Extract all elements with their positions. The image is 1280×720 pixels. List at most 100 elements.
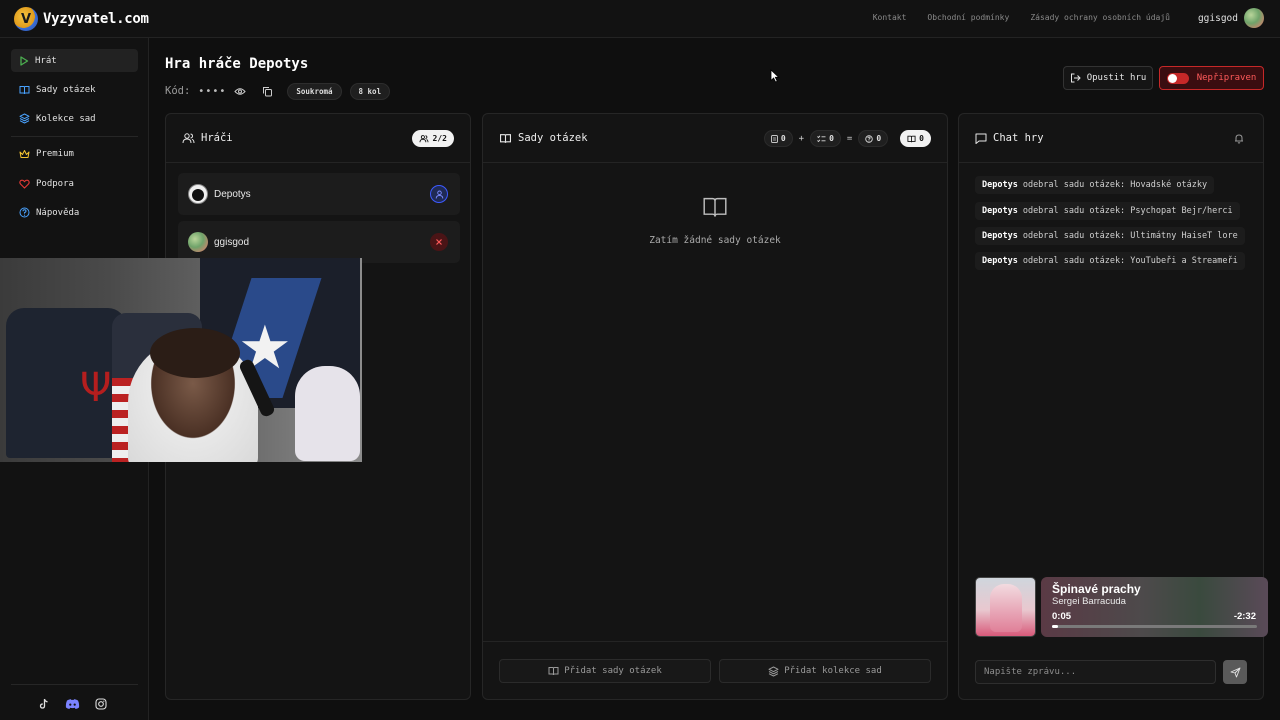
sets-title: Sady otázek: [518, 132, 588, 144]
game-code: ••••: [198, 85, 227, 97]
players-panel-header: Hráči 2/2: [166, 114, 470, 163]
player-row: ggisgod: [178, 221, 460, 263]
stat-total-questions: 0: [858, 130, 889, 147]
chat-icon: [975, 133, 987, 144]
add-sets-label: Přidat sady otázek: [564, 666, 662, 676]
sidebar-item-hrat[interactable]: Hrát: [11, 49, 138, 72]
track-artist: Sergei Barracuda: [1052, 596, 1126, 607]
ready-label: Nepřipraven: [1196, 73, 1257, 83]
ready-toggle-button[interactable]: Nepřipraven: [1159, 66, 1264, 90]
book-icon: [907, 135, 916, 142]
users-icon: [182, 132, 195, 143]
play-icon: [20, 55, 29, 66]
code-label: Kód:: [165, 85, 191, 97]
logo[interactable]: V Vyzyvatel.com: [14, 7, 149, 31]
sets-panel-header: Sady otázek 0 + 0 = 0 0: [483, 114, 947, 163]
document-icon: [770, 134, 778, 143]
leave-game-label: Opustit hru: [1086, 73, 1147, 83]
chat-message: Depotys odebral sadu otázek: Hovadské otá…: [975, 176, 1215, 194]
send-icon: [1230, 667, 1240, 677]
eye-icon[interactable]: [234, 87, 247, 96]
sidebar-item-label: Sady otázek: [36, 84, 96, 95]
toggle-switch[interactable]: [1166, 72, 1189, 84]
avatar: [1244, 8, 1264, 28]
top-links: Kontakt Obchodní podmínky Zásady ochrany…: [873, 13, 1170, 22]
help-icon: [865, 134, 874, 143]
layers-icon: [768, 666, 779, 676]
stat-sets: 0: [900, 130, 931, 147]
cursor-icon: [770, 69, 780, 83]
add-sets-button[interactable]: Přidat sady otázek: [499, 659, 711, 683]
social-links: [38, 698, 107, 710]
book-icon: [703, 197, 727, 217]
webcam-overlay: ★ Ψ: [0, 258, 362, 462]
checklist-icon: [817, 135, 826, 142]
book-icon: [500, 133, 511, 143]
player-row: Depotys: [178, 173, 460, 215]
host-badge: [430, 185, 448, 203]
book-icon: [548, 667, 559, 676]
sidebar-item-label: Nápověda: [36, 207, 80, 218]
chat-message: Depotys odebral sadu otázek: Ultimátny Ha…: [975, 227, 1245, 245]
question-sets-panel: Sady otázek 0 + 0 = 0 0 Zatím žádné sady…: [482, 113, 948, 700]
copy-icon[interactable]: [262, 86, 273, 97]
logout-icon: [1070, 73, 1081, 83]
add-collections-button[interactable]: Přidat kolekce sad: [719, 659, 931, 683]
close-icon: [436, 239, 442, 245]
bell-icon[interactable]: [1234, 133, 1244, 144]
track-progress-fill: [1052, 625, 1059, 628]
crown-icon: [19, 149, 30, 158]
track-elapsed: 0:05: [1052, 611, 1072, 622]
user-icon: [435, 190, 443, 199]
sidebar-item-premium[interactable]: Premium: [11, 142, 138, 165]
divider: [11, 136, 138, 137]
sidebar-item-label: Premium: [36, 148, 74, 159]
sidebar-item-napoveda[interactable]: Nápověda: [11, 201, 138, 224]
album-art: [975, 577, 1036, 637]
chat-input[interactable]: [975, 660, 1216, 684]
send-button[interactable]: [1223, 660, 1247, 684]
sidebar-item-podpora[interactable]: Podpora: [11, 172, 138, 195]
logo-icon: V: [14, 7, 38, 31]
book-icon: [19, 85, 30, 94]
sets-panel-footer: Přidat sady otázek Přidat kolekce sad: [483, 641, 947, 699]
avatar: [188, 184, 208, 204]
discord-icon[interactable]: [65, 698, 80, 710]
kick-player-button[interactable]: [430, 233, 448, 251]
player-name: Depotys: [214, 188, 251, 200]
tiktok-icon[interactable]: [38, 698, 50, 710]
sidebar-item-sady[interactable]: Sady otázek: [11, 78, 138, 101]
sidebar-item-label: Podpora: [36, 178, 74, 189]
chat-message: Depotys odebral sadu otázek: Psychopat Be…: [975, 202, 1240, 220]
add-collections-label: Přidat kolekce sad: [784, 666, 882, 676]
link-terms[interactable]: Obchodní podmínky: [927, 13, 1009, 22]
track-title: Špinavé prachy: [1052, 582, 1141, 596]
users-icon: [419, 134, 428, 142]
link-kontakt[interactable]: Kontakt: [873, 13, 907, 22]
player-name: ggisgod: [214, 236, 250, 248]
heart-icon: [19, 179, 30, 189]
leave-game-button[interactable]: Opustit hru: [1063, 66, 1153, 90]
instagram-icon[interactable]: [95, 698, 107, 710]
sidebar-item-kolekce[interactable]: Kolekce sad: [11, 107, 138, 130]
rounds-badge: 8 kol: [349, 82, 391, 100]
page-title: Hra hráče Depotys: [165, 56, 309, 72]
game-code-row: Kód: •••• Soukromá 8 kol: [165, 82, 391, 100]
stat-questions: 0: [763, 130, 793, 147]
top-bar: V Vyzyvatel.com Kontakt Obchodní podmínk…: [0, 0, 1280, 38]
chat-message: Depotys odebral sadu otázek: YouTubeři a …: [975, 252, 1245, 270]
players-title: Hráči: [201, 132, 233, 144]
avatar: [188, 232, 208, 252]
empty-state-text: Zatím žádné sady otázek: [649, 235, 781, 246]
players-count: 2/2: [432, 134, 447, 143]
help-icon: [19, 207, 30, 218]
stat-checked: 0: [810, 130, 841, 147]
sidebar-item-label: Hrát: [35, 55, 57, 66]
sidebar-item-label: Kolekce sad: [36, 113, 96, 124]
link-privacy[interactable]: Zásady ochrany osobních údajů: [1030, 13, 1170, 22]
players-count-badge: 2/2: [411, 130, 454, 147]
visibility-badge: Soukromá: [287, 82, 342, 100]
sets-stats: 0 + 0 = 0 0: [763, 130, 931, 147]
divider: [11, 684, 138, 685]
user-menu[interactable]: ggisgod: [1198, 8, 1264, 28]
